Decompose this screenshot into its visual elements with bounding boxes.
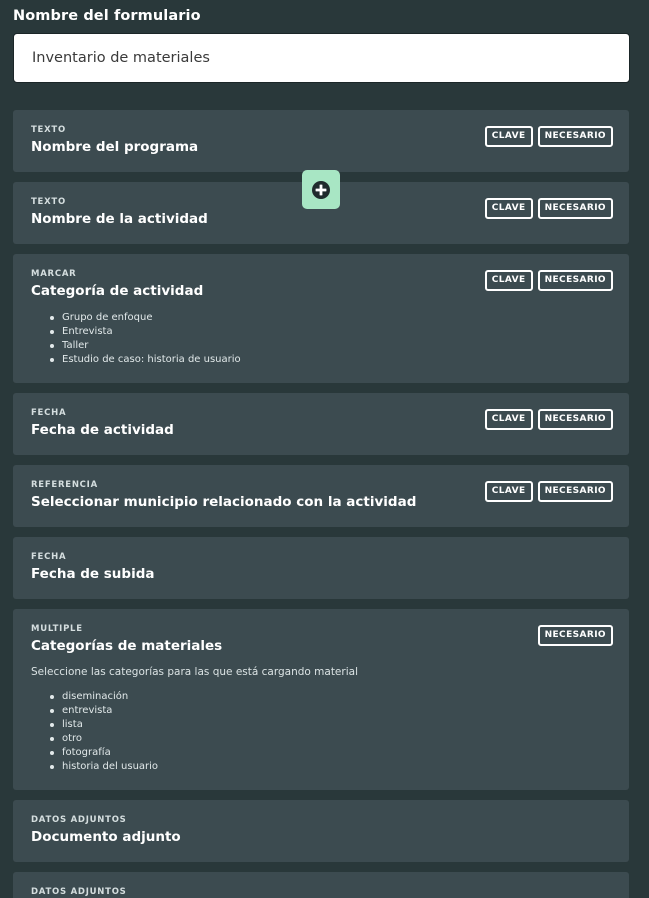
field-option-item: entrevista [31,704,613,718]
field-card-list: TEXTO Nombre del programa CLAVE NECESARIO TE… [0,110,649,898]
field-type-label: DATOS ADJUNTOS [31,815,127,825]
field-title: Categorías de materiales [31,638,223,654]
field-card[interactable]: MARCAR Categoría de actividad CLAVE NECESAR… [13,254,629,383]
field-card[interactable]: MULTIPLE Categorías de materiales Seleccio… [13,609,629,790]
field-card-text-group: TEXTO Nombre del programa [31,124,198,157]
field-title: Fecha de actividad [31,422,174,438]
form-name-input[interactable] [13,33,630,83]
required-badge[interactable]: NECESARIO [537,481,613,502]
field-option-item: lista [31,718,613,732]
add-field-button[interactable] [302,170,340,209]
field-card-header: FECHA Fecha de actividad CLAVE NECESARIO [31,407,613,440]
field-card[interactable]: TEXTO Nombre del programa CLAVE NECESARIO [13,110,629,172]
field-type-label: TEXTO [31,197,66,207]
form-builder-page: Nombre del formulario TEXTO Nombre del pr… [0,0,649,898]
required-badge[interactable]: NECESARIO [537,625,613,646]
field-badge-group: CLAVE NECESARIO [484,124,613,147]
field-type-label: DATOS ADJUNTOS [31,887,127,897]
field-title: Categoría de actividad [31,283,204,299]
field-card-header: REFERENCIA Seleccionar municipio relacion… [31,479,613,512]
field-card-header: MULTIPLE Categorías de materiales Seleccio… [31,623,613,680]
field-badge-group: CLAVE NECESARIO [484,268,613,291]
key-badge[interactable]: CLAVE [484,409,533,430]
field-card-header: DATOS ADJUNTOSAdjuntar imagen [31,886,613,898]
field-title: Seleccionar municipio relacionado con la… [31,494,417,510]
field-option-item: Taller [31,339,613,353]
field-badge-group: CLAVE NECESARIO [484,196,613,219]
field-card-text-group: TEXTO Nombre de la actividad [31,196,208,229]
field-card-text-group: DATOS ADJUNTOS Documento adjunto [31,814,181,847]
field-title: Nombre de la actividad [31,211,208,227]
field-type-label: MULTIPLE [31,624,83,634]
field-card-header: FECHA Fecha de subida [31,551,613,584]
field-type-label: FECHA [31,552,67,562]
field-type-label: REFERENCIA [31,480,98,490]
required-badge[interactable]: NECESARIO [537,198,613,219]
field-option-item: Grupo de enfoque [31,311,613,325]
field-option-item: fotografía [31,746,613,760]
field-help-text: Seleccione las categorías para las que e… [31,666,358,678]
field-badge-group: CLAVE NECESARIO [484,479,613,502]
field-card-header: MARCAR Categoría de actividad CLAVE NECESAR… [31,268,613,301]
field-card-header: DATOS ADJUNTOS Documento adjunto [31,814,613,847]
form-name-input-wrapper [13,33,630,83]
key-badge[interactable]: CLAVE [484,270,533,291]
field-title: Documento adjunto [31,829,181,845]
required-badge[interactable]: NECESARIO [537,270,613,291]
plus-circle-icon [311,180,331,200]
required-badge[interactable]: NECESARIO [537,409,613,430]
field-card[interactable]: REFERENCIA Seleccionar municipio relacion… [13,465,629,527]
field-card-header: TEXTO Nombre del programa CLAVE NECESARIO [31,124,613,157]
field-title: Fecha de subida [31,566,155,582]
field-type-label: FECHA [31,408,67,418]
field-card-text-group: MARCAR Categoría de actividad [31,268,203,301]
form-name-label: Nombre del formulario [13,8,201,24]
field-option-item: historia del usuario [31,760,613,774]
key-badge[interactable]: CLAVE [484,126,533,147]
field-option-item: diseminación [31,690,613,704]
form-name-header: Nombre del formulario [0,0,649,26]
required-badge[interactable]: NECESARIO [537,126,613,147]
field-option-list: Grupo de enfoque Entrevista Taller Estudio … [31,311,613,367]
field-type-label: TEXTO [31,125,66,135]
field-card[interactable]: FECHA Fecha de actividad CLAVE NECESARIO [13,393,629,455]
field-badge-group: NECESARIO [537,623,613,646]
field-card-text-group: MULTIPLE Categorías de materiales Seleccio… [31,623,358,680]
key-badge[interactable]: CLAVE [484,198,533,219]
field-option-item: otro [31,732,613,746]
key-badge[interactable]: CLAVE [484,481,533,502]
field-option-list: diseminación entrevista lista otro fotografí… [31,690,613,774]
field-title: Nombre del programa [31,139,199,155]
field-card[interactable]: DATOS ADJUNTOS Documento adjunto [13,800,629,862]
field-card-text-group: FECHA Fecha de actividad [31,407,174,440]
field-card-text-group: FECHA Fecha de subida [31,551,154,584]
field-badge-group: CLAVE NECESARIO [484,407,613,430]
field-option-item: Entrevista [31,325,613,339]
field-card[interactable]: DATOS ADJUNTOSAdjuntar imagen [13,872,629,898]
field-card[interactable]: FECHA Fecha de subida [13,537,629,599]
field-type-label: MARCAR [31,269,77,279]
field-card-text-group: REFERENCIA Seleccionar municipio relacion… [31,479,416,512]
field-option-item: Estudio de caso: historia de usuario [31,353,613,367]
field-card-text-group: DATOS ADJUNTOSAdjuntar imagen [31,886,158,898]
